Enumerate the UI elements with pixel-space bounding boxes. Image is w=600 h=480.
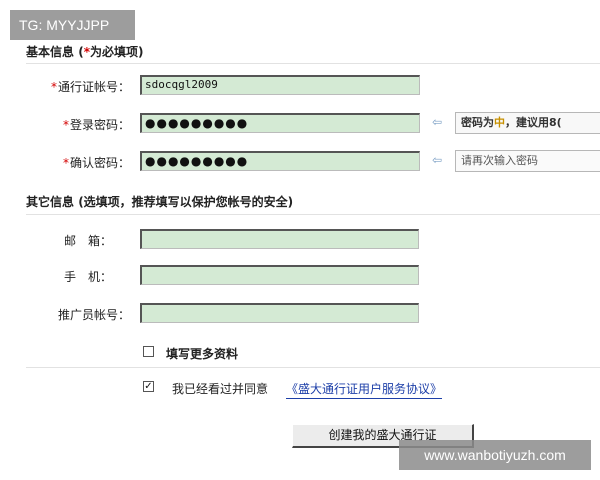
confirm-password-input[interactable]: ●●●●●●●●● (140, 151, 420, 171)
other-info-title: 其它信息 (26, 195, 75, 209)
more-info-label: 填写更多资料 (166, 347, 239, 361)
basic-info-note-open: ( (74, 45, 84, 59)
password-required-star: * (62, 118, 69, 132)
phone-input[interactable] (140, 265, 419, 285)
confirm-label: *确认密码： (20, 154, 130, 171)
account-label-text: 通行证帐号： (57, 80, 130, 94)
top-watermark: TG: MYYJJPP (10, 10, 135, 40)
bottom-watermark: www.wanbotiyuzh.com (399, 440, 591, 470)
password-input[interactable]: ●●●●●●●●● (140, 113, 420, 133)
referrer-input[interactable] (140, 303, 419, 323)
confirm-label-text: 确认密码： (69, 156, 130, 170)
other-info-heading: 其它信息 (选填项，推荐填写以保护您帐号的安全) (26, 193, 293, 210)
phone-label: 手 机： (64, 270, 113, 284)
confirm-password-hint: 请再次输入密码 (455, 150, 600, 172)
password-hint-arrow-icon: ⇦ (432, 115, 443, 129)
agreement-checkbox[interactable]: ✓ (143, 381, 154, 392)
password-label: *登录密码： (20, 116, 130, 133)
password-label-text: 登录密码： (69, 118, 130, 132)
basic-info-heading: 基本信息 (*为必填项) (26, 43, 143, 60)
password-strength-suffix: ，建议用8( (505, 116, 562, 129)
email-input[interactable] (140, 229, 419, 249)
basic-info-divider (26, 63, 600, 64)
agreement-divider (26, 367, 600, 368)
more-info-checkbox[interactable] (143, 346, 154, 357)
basic-info-note: 为必填项) (89, 45, 144, 59)
account-label: *通行证帐号： (20, 78, 130, 95)
basic-info-title: 基本信息 (26, 45, 75, 59)
other-info-divider (26, 214, 600, 215)
password-strength-level: 中 (494, 116, 505, 129)
referrer-label: 推广员帐号： (57, 308, 130, 322)
registration-page: 基本信息 (*为必填项) *通行证帐号： sdocqgl2009 *登录密码： … (0, 0, 600, 480)
confirm-required-star: * (62, 156, 69, 170)
account-required-star: * (50, 80, 57, 94)
service-agreement-link[interactable]: 《盛大通行证用户服务协议》 (286, 380, 443, 399)
confirm-hint-arrow-icon: ⇦ (432, 153, 443, 167)
other-info-note: (选填项，推荐填写以保护您帐号的安全) (74, 195, 294, 209)
password-strength-hint: 密码为中，建议用8( (455, 112, 600, 134)
agreement-label: 我已经看过并同意 (172, 382, 269, 396)
password-strength-prefix: 密码为 (461, 116, 494, 129)
account-input[interactable]: sdocqgl2009 (140, 75, 420, 95)
email-label: 邮 箱： (64, 234, 113, 248)
